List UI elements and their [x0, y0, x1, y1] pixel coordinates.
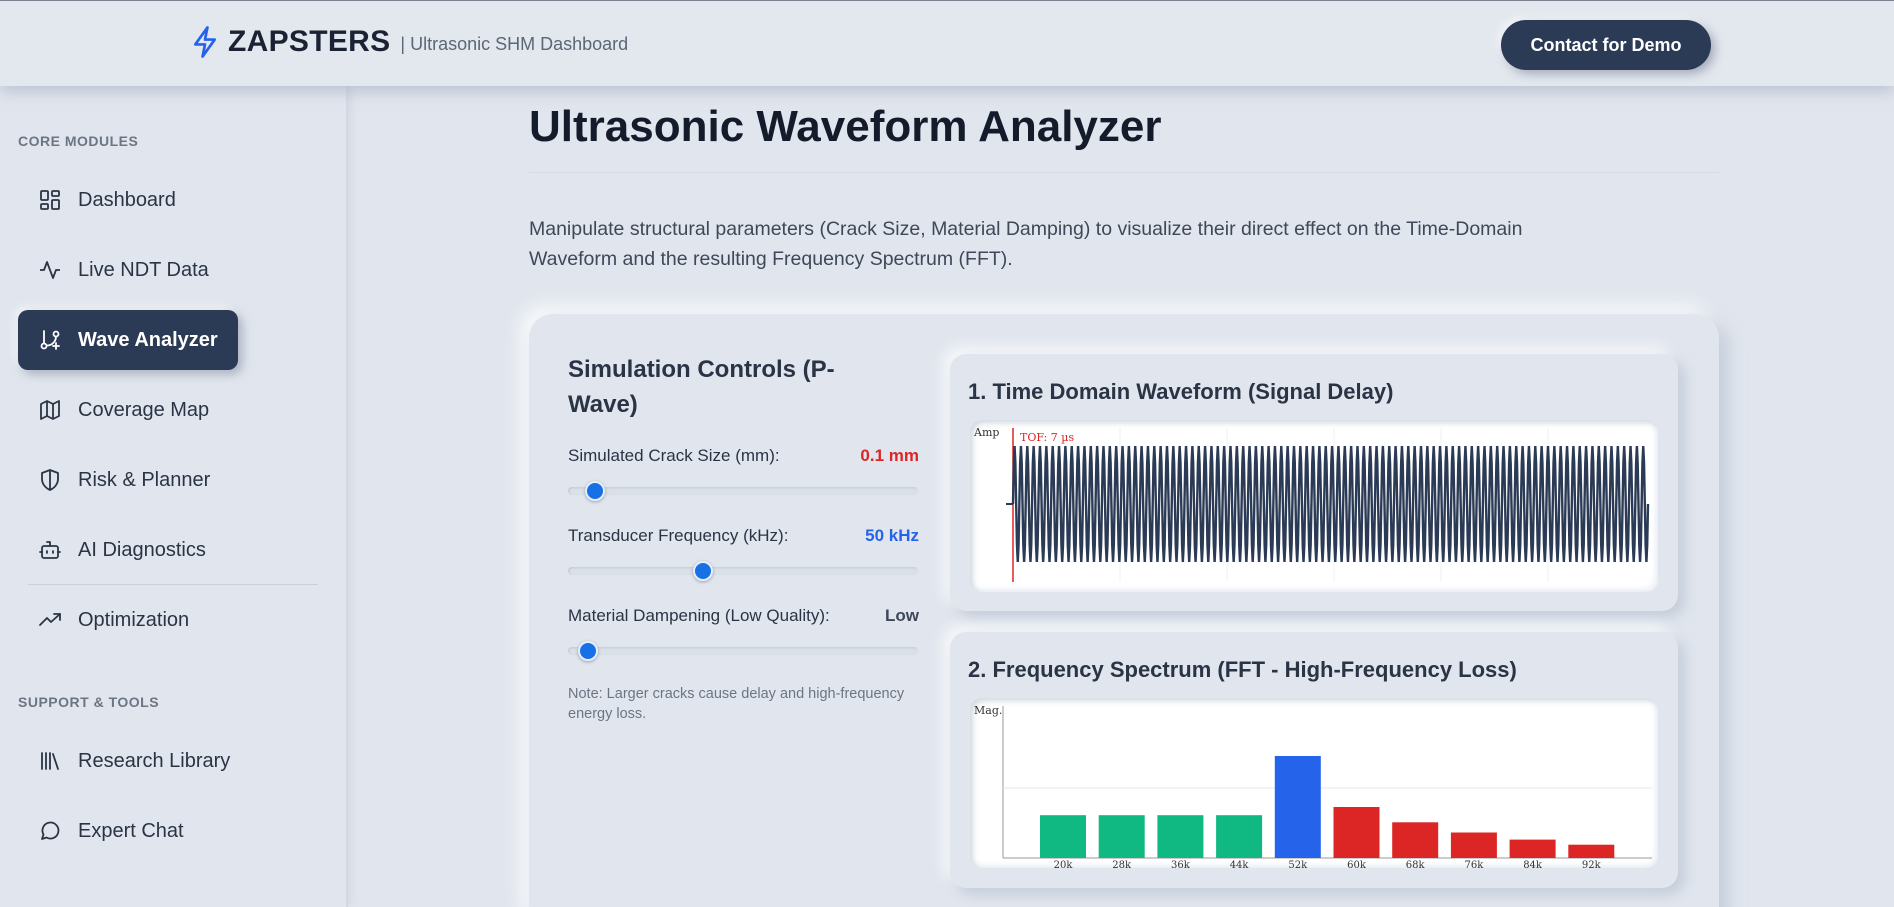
bar-84k — [1509, 839, 1556, 858]
brand-name: ZAPSTERS — [228, 25, 391, 58]
simulation-note: Note: Larger cracks cause delay and high… — [568, 686, 905, 722]
x-tick-label: 76k — [1465, 860, 1485, 868]
crack-size-value: 0.1 mm — [860, 446, 919, 465]
sidebar-item-label: Wave Analyzer — [78, 328, 218, 351]
bar-52k — [1274, 756, 1321, 858]
x-tick-label: 92k — [1582, 860, 1602, 868]
damping-slider-thumb[interactable] — [577, 641, 598, 661]
bar-76k — [1450, 832, 1497, 858]
frequency-value: 50 kHz — [865, 526, 919, 545]
tof-label: TOF: 7 µs — [1020, 431, 1074, 444]
sidebar-item-ai-diagnostics[interactable]: AI Diagnostics — [18, 520, 238, 580]
x-tick-label: 60k — [1347, 860, 1367, 868]
library-icon — [41, 752, 59, 770]
core-modules-heading: CORE MODULES — [18, 133, 139, 149]
crack-size-label: Simulated Crack Size (mm): — [568, 446, 780, 465]
bar-68k — [1392, 822, 1439, 858]
sidebar-item-label: Risk & Planner — [78, 468, 211, 491]
crack-size-slider-thumb[interactable] — [584, 481, 605, 501]
bar-36k — [1157, 815, 1204, 858]
support-tools-heading: SUPPORT & TOOLS — [18, 694, 160, 710]
bot-icon — [39, 541, 61, 559]
controls-title: Simulation Controls (P-Wave) — [568, 356, 835, 418]
spectrum-chart: Mag. 20k 28k 36k 44k 52k 60k 68k 76k 84k 92k — [974, 704, 1652, 868]
x-tick-label: 36k — [1171, 860, 1191, 868]
x-tick-label: 52k — [1288, 860, 1308, 868]
git-branch-plus-icon — [40, 330, 60, 350]
sidebar-item-label: Expert Chat — [78, 819, 184, 842]
page-description: Manipulate structural parameters (Crack … — [529, 218, 1523, 270]
sidebar-item-label: AI Diagnostics — [78, 538, 206, 561]
sidebar-item-label: Coverage Map — [78, 398, 210, 421]
waveform-y-label: Amp — [973, 426, 999, 439]
spectrum-plot: Mag. 20k 28k 36k 44k 52k 60k 68k 76k 84k 92k — [970, 698, 1658, 868]
chat-icon — [41, 821, 60, 840]
sidebar-item-wave-analyzer[interactable]: Wave Analyzer — [18, 310, 238, 370]
trending-up-icon — [39, 613, 61, 626]
spectrum-y-label: Mag. — [974, 704, 1002, 717]
sidebar-item-coverage-map[interactable]: Coverage Map — [18, 380, 238, 440]
top-bar: ZAPSTERS | Ultrasonic SHM Dashboard Cont… — [0, 0, 1894, 86]
sidebar-item-live-ndt-data[interactable]: Live NDT Data — [18, 240, 238, 300]
damping-slider[interactable] — [568, 647, 918, 655]
sidebar-divider — [28, 584, 318, 585]
map-icon — [40, 400, 60, 420]
sidebar-item-expert-chat[interactable]: Expert Chat — [18, 801, 238, 861]
sidebar-item-label: Research Library — [78, 749, 231, 772]
spectrum-title: 2. Frequency Spectrum (FFT - High-Freque… — [968, 657, 1517, 682]
waveform-title: 1. Time Domain Waveform (Signal Delay) — [968, 379, 1394, 404]
bar-20k — [1040, 815, 1086, 858]
damping-value: Low — [885, 606, 919, 625]
bar-60k — [1333, 807, 1380, 858]
waveform-plot: Amp TOF: 7 µs — [970, 420, 1658, 592]
sidebar-item-label: Optimization — [78, 608, 190, 631]
x-tick-label: 68k — [1406, 860, 1426, 868]
sidebar-item-optimization[interactable]: Optimization — [18, 590, 238, 650]
lightning-icon — [193, 26, 217, 58]
bar-44k — [1216, 815, 1263, 858]
sidebar-item-research-library[interactable]: Research Library — [18, 731, 238, 791]
title-divider — [529, 172, 1719, 173]
damping-label: Material Dampening (Low Quality): — [568, 606, 830, 625]
frequency-slider[interactable] — [568, 567, 918, 575]
sidebar-item-label: Dashboard — [78, 188, 176, 211]
waveform-chart: Amp TOF: 7 µs — [973, 426, 1650, 582]
bar-28k — [1098, 815, 1145, 858]
shield-icon — [41, 469, 59, 491]
sidebar-item-dashboard[interactable]: Dashboard — [18, 170, 238, 230]
sidebar-item-label: Live NDT Data — [78, 258, 209, 281]
x-tick-label: 20k — [1054, 860, 1074, 868]
x-tick-label: 44k — [1230, 860, 1250, 868]
x-tick-label: 84k — [1523, 860, 1543, 868]
brand[interactable]: ZAPSTERS | Ultrasonic SHM Dashboard — [190, 25, 628, 59]
sidebar-item-risk-planner[interactable]: Risk & Planner — [18, 450, 238, 510]
waveform-line — [1011, 445, 1650, 563]
crack-size-slider[interactable] — [568, 487, 918, 495]
dashboard-icon — [40, 190, 60, 210]
activity-icon — [40, 261, 60, 279]
contact-demo-button[interactable]: Contact for Demo — [1501, 20, 1711, 70]
x-tick-label: 28k — [1112, 860, 1132, 868]
frequency-label: Transducer Frequency (kHz): — [568, 526, 789, 545]
bar-92k — [1568, 844, 1615, 858]
brand-subtitle: | Ultrasonic SHM Dashboard — [400, 33, 629, 54]
page-title: Ultrasonic Waveform Analyzer — [529, 102, 1162, 151]
